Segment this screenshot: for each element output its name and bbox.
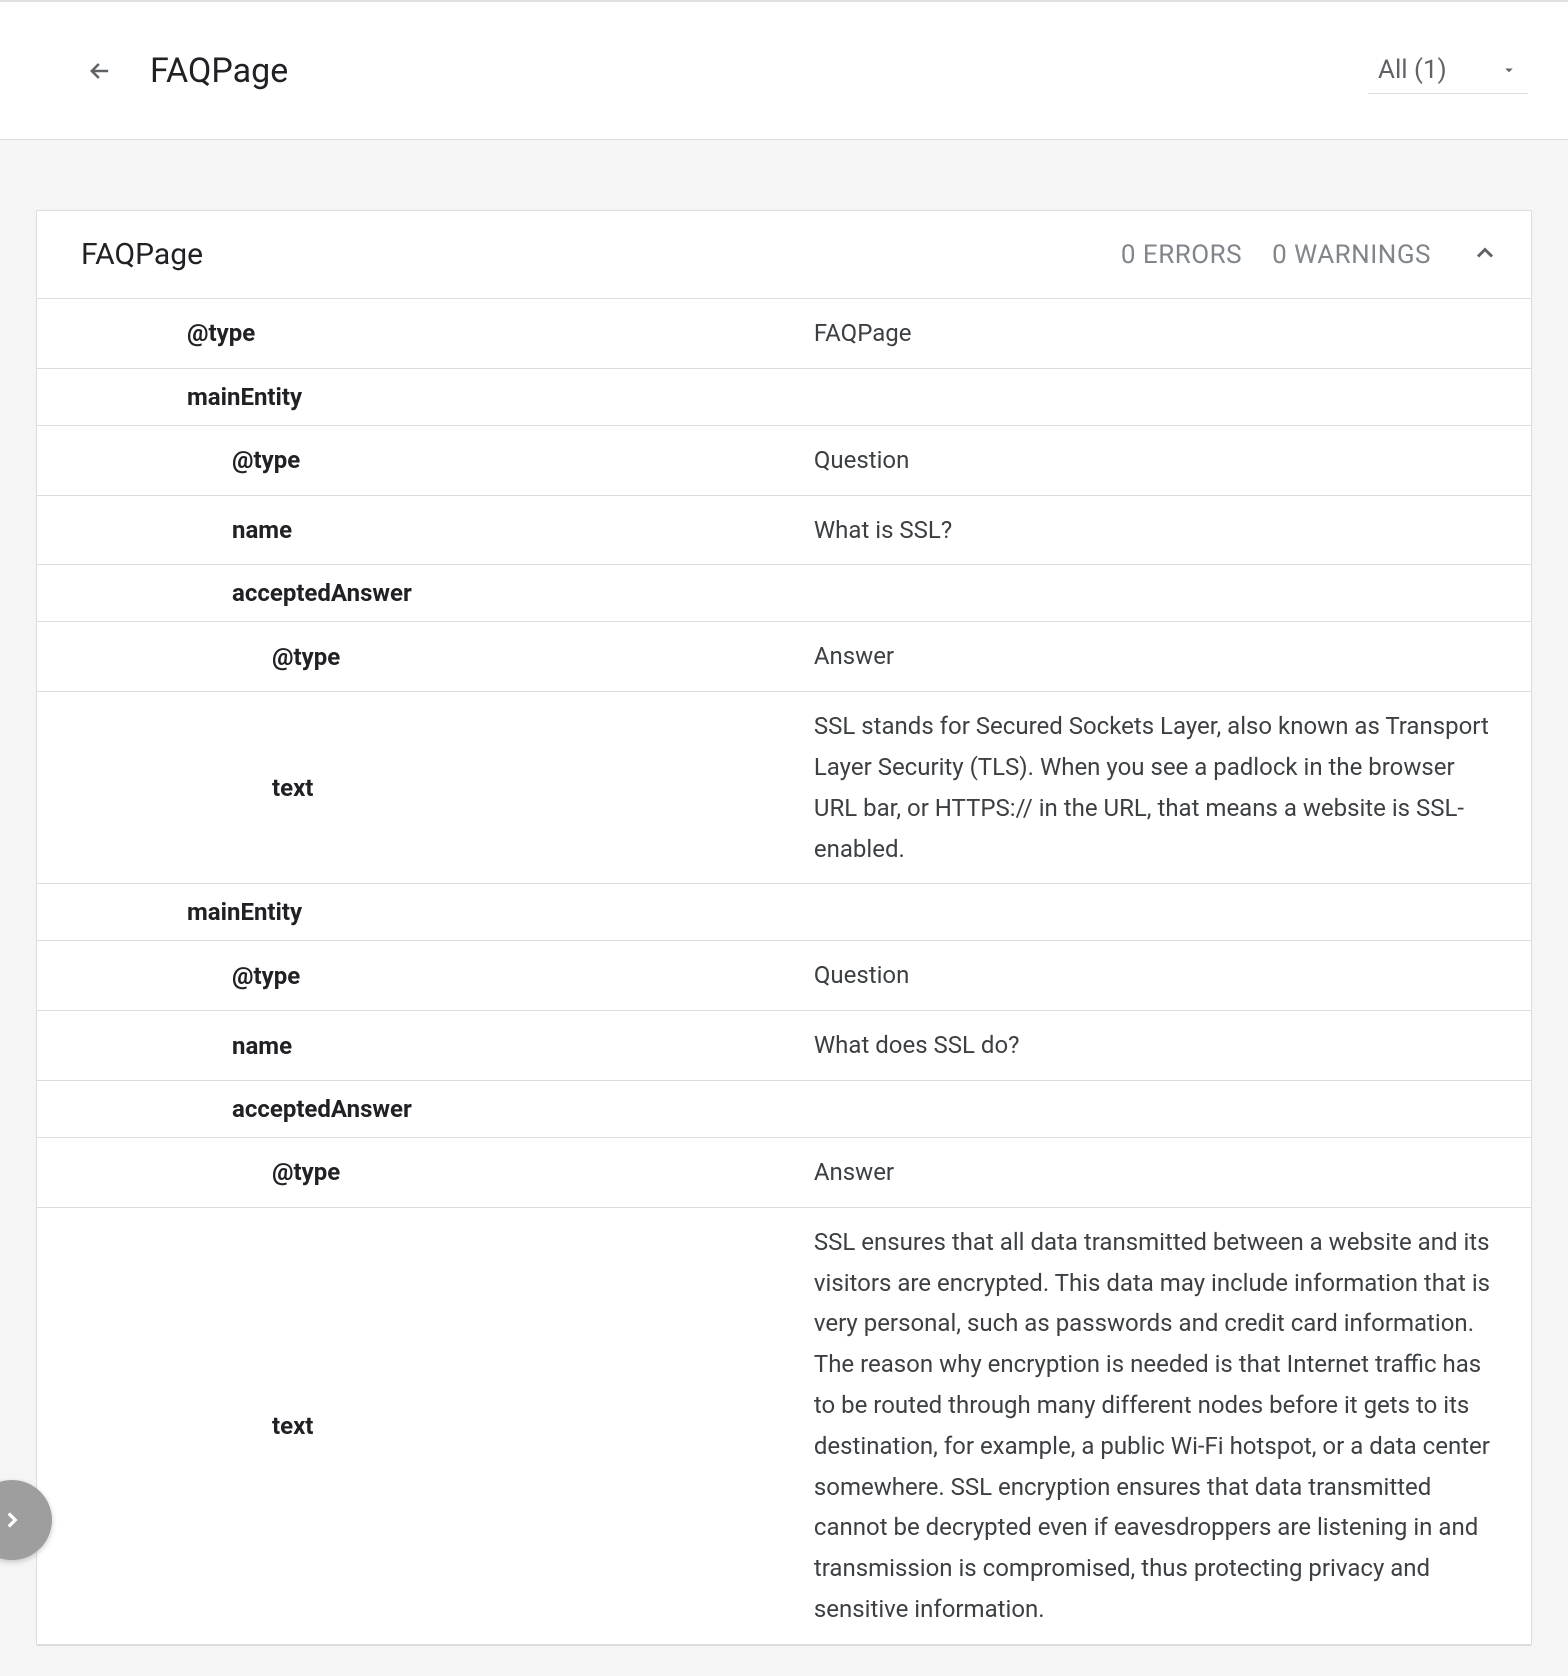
property-row[interactable]: text SSL stands for Secured Sockets Layer…	[37, 692, 1531, 884]
property-key-cell: name	[37, 496, 814, 565]
dropdown-triangle-icon	[1500, 61, 1518, 79]
property-key-cell: mainEntity	[37, 884, 814, 940]
property-key-cell: @type	[37, 426, 814, 495]
property-key: text	[272, 774, 313, 802]
property-value: What is SSL?	[814, 496, 1531, 565]
property-key-cell: @type	[37, 299, 814, 368]
property-row[interactable]: @type Question	[37, 426, 1531, 496]
property-key-cell: acceptedAnswer	[37, 565, 814, 621]
property-value	[814, 565, 1531, 621]
property-key: @type	[187, 319, 255, 347]
property-key: @type	[232, 446, 300, 474]
property-key-cell: @type	[37, 622, 814, 691]
property-key-cell: acceptedAnswer	[37, 1081, 814, 1137]
filter-label: All (1)	[1378, 55, 1447, 85]
property-key: acceptedAnswer	[232, 579, 412, 607]
property-row[interactable]: @type Answer	[37, 1138, 1531, 1208]
properties-table: @type FAQPage mainEntity @type Question name W…	[37, 299, 1531, 1645]
property-row[interactable]: @type Answer	[37, 622, 1531, 692]
arrow-left-icon	[86, 57, 114, 85]
property-key: name	[232, 516, 292, 544]
property-row[interactable]: @type Question	[37, 941, 1531, 1011]
property-key: text	[272, 1412, 313, 1440]
property-row[interactable]: @type FAQPage	[37, 299, 1531, 369]
property-key: acceptedAnswer	[232, 1095, 412, 1123]
chevron-up-icon	[1471, 239, 1499, 267]
filter-dropdown[interactable]: All (1)	[1368, 47, 1528, 94]
property-value	[814, 884, 1531, 940]
collapse-toggle[interactable]	[1471, 239, 1499, 271]
property-key-cell: mainEntity	[37, 369, 814, 425]
property-key: name	[232, 1032, 292, 1060]
property-key-cell: @type	[37, 941, 814, 1010]
property-key: mainEntity	[187, 383, 302, 411]
property-value	[814, 1081, 1531, 1137]
property-key: @type	[272, 643, 340, 671]
property-value: SSL stands for Secured Sockets Layer, al…	[814, 692, 1531, 883]
content-area: FAQPage 0 ERRORS 0 WARNINGS @type FAQPage…	[0, 140, 1568, 1676]
property-row[interactable]: acceptedAnswer	[37, 565, 1531, 622]
property-row[interactable]: mainEntity	[37, 884, 1531, 941]
property-key-cell: @type	[37, 1138, 814, 1207]
top-bar: FAQPage All (1)	[0, 0, 1568, 140]
property-row[interactable]: name What is SSL?	[37, 496, 1531, 566]
property-key-cell: text	[37, 1208, 814, 1644]
property-value: Answer	[814, 622, 1531, 691]
warnings-count: 0 WARNINGS	[1272, 240, 1431, 270]
property-row[interactable]: acceptedAnswer	[37, 1081, 1531, 1138]
page-title: FAQPage	[150, 51, 1368, 91]
property-key: mainEntity	[187, 898, 302, 926]
property-value: Question	[814, 941, 1531, 1010]
property-key: @type	[272, 1158, 340, 1186]
card-title: FAQPage	[81, 237, 1091, 272]
property-row[interactable]: text SSL ensures that all data transmitte…	[37, 1208, 1531, 1645]
card-header[interactable]: FAQPage 0 ERRORS 0 WARNINGS	[37, 211, 1531, 299]
property-value: FAQPage	[814, 299, 1531, 368]
property-key: @type	[232, 962, 300, 990]
result-card: FAQPage 0 ERRORS 0 WARNINGS @type FAQPage…	[36, 210, 1532, 1646]
property-key-cell: name	[37, 1011, 814, 1080]
property-row[interactable]: name What does SSL do?	[37, 1011, 1531, 1081]
errors-count: 0 ERRORS	[1121, 240, 1242, 270]
property-row[interactable]: mainEntity	[37, 369, 1531, 426]
property-key-cell: text	[37, 692, 814, 883]
property-value: SSL ensures that all data transmitted be…	[814, 1208, 1531, 1644]
chevron-right-icon	[0, 1507, 25, 1533]
property-value: Question	[814, 426, 1531, 495]
property-value	[814, 369, 1531, 425]
property-value: What does SSL do?	[814, 1011, 1531, 1080]
back-button[interactable]	[80, 51, 120, 91]
property-value: Answer	[814, 1138, 1531, 1207]
